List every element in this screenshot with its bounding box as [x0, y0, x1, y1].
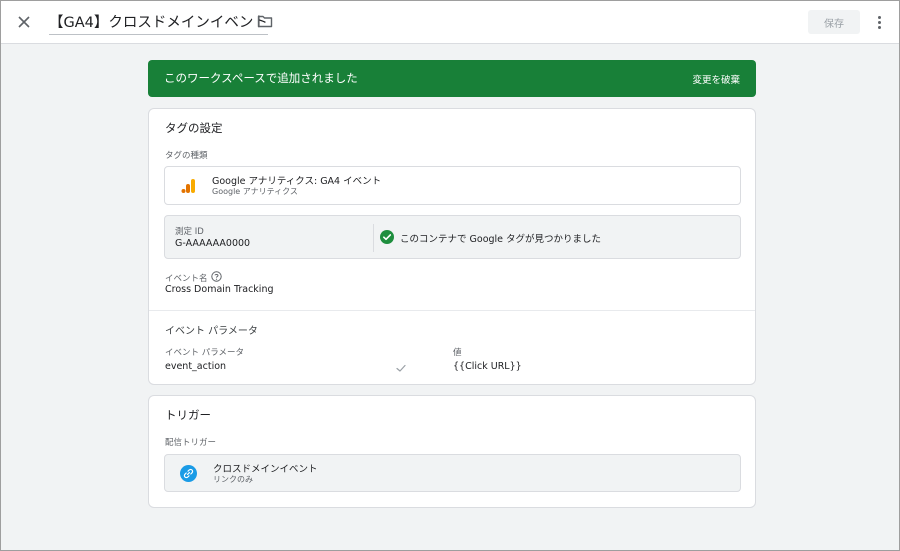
- save-button[interactable]: 保存: [808, 10, 860, 34]
- event-name-value[interactable]: Cross Domain Tracking: [165, 284, 274, 295]
- link-icon: [180, 465, 197, 482]
- link-glyph-icon: [183, 468, 194, 479]
- trigger-name: クロスドメインイベント: [213, 464, 318, 475]
- top-bar: 【GA4】クロスドメインイベント 保存: [1, 1, 899, 44]
- value-column-header: 値: [453, 348, 462, 358]
- measurement-id-box: 測定 ID G-AAAAAA0000 このコンテナで Google タグが見つか…: [164, 215, 741, 259]
- measurement-id-label: 測定 ID: [175, 227, 204, 237]
- more-options-button[interactable]: [870, 12, 888, 32]
- folder-button[interactable]: [257, 13, 275, 31]
- check-circle-icon: [380, 230, 394, 244]
- discard-changes-button[interactable]: 変更を破棄: [692, 72, 740, 86]
- workspace-added-banner: このワークスペースで追加されました 変更を破棄: [148, 60, 756, 97]
- measurement-id-value[interactable]: G-AAAAAA0000: [175, 238, 250, 249]
- tag-type-selector[interactable]: Google アナリティクス: GA4 イベント Google アナリティクス: [164, 166, 741, 205]
- check-icon: [396, 364, 406, 372]
- trigger-card[interactable]: トリガー 配信トリガー クロスドメインイベント リンクのみ: [148, 395, 756, 508]
- trigger-item[interactable]: クロスドメインイベント リンクのみ: [164, 454, 741, 492]
- divider: [373, 224, 374, 252]
- tag-configuration-card[interactable]: タグの設定 タグの種類 Google アナリティクス: GA4 イベント Goo…: [148, 108, 756, 385]
- help-icon[interactable]: [211, 271, 222, 282]
- more-vert-icon: [877, 15, 881, 19]
- banner-message: このワークスペースで追加されました: [164, 71, 358, 85]
- close-icon: [18, 16, 30, 28]
- close-button[interactable]: [13, 11, 35, 33]
- google-analytics-icon: [181, 179, 195, 193]
- firing-trigger-label: 配信トリガー: [165, 438, 217, 448]
- trigger-type: リンクのみ: [213, 475, 253, 484]
- google-tag-found-status: このコンテナで Google タグが見つかりました: [400, 234, 602, 245]
- tag-type-sub: Google アナリティクス: [212, 187, 298, 196]
- event-param-name[interactable]: event_action: [165, 361, 226, 372]
- tag-config-title: タグの設定: [165, 121, 223, 135]
- tag-type-name: Google アナリティクス: GA4 イベント: [212, 176, 382, 187]
- page-title: 【GA4】クロスドメインイベント: [49, 15, 268, 31]
- tag-type-label: タグの種類: [165, 151, 208, 161]
- section-divider: [149, 310, 755, 311]
- tag-name-field[interactable]: 【GA4】クロスドメインイベント: [49, 9, 268, 35]
- folder-icon: [257, 15, 273, 28]
- trigger-title: トリガー: [165, 408, 211, 422]
- event-name-label: イベント名: [165, 274, 208, 284]
- event-param-value[interactable]: {{Click URL}}: [453, 361, 522, 372]
- event-params-section-title: イベント パラメータ: [165, 326, 258, 337]
- event-param-column-header: イベント パラメータ: [165, 348, 244, 358]
